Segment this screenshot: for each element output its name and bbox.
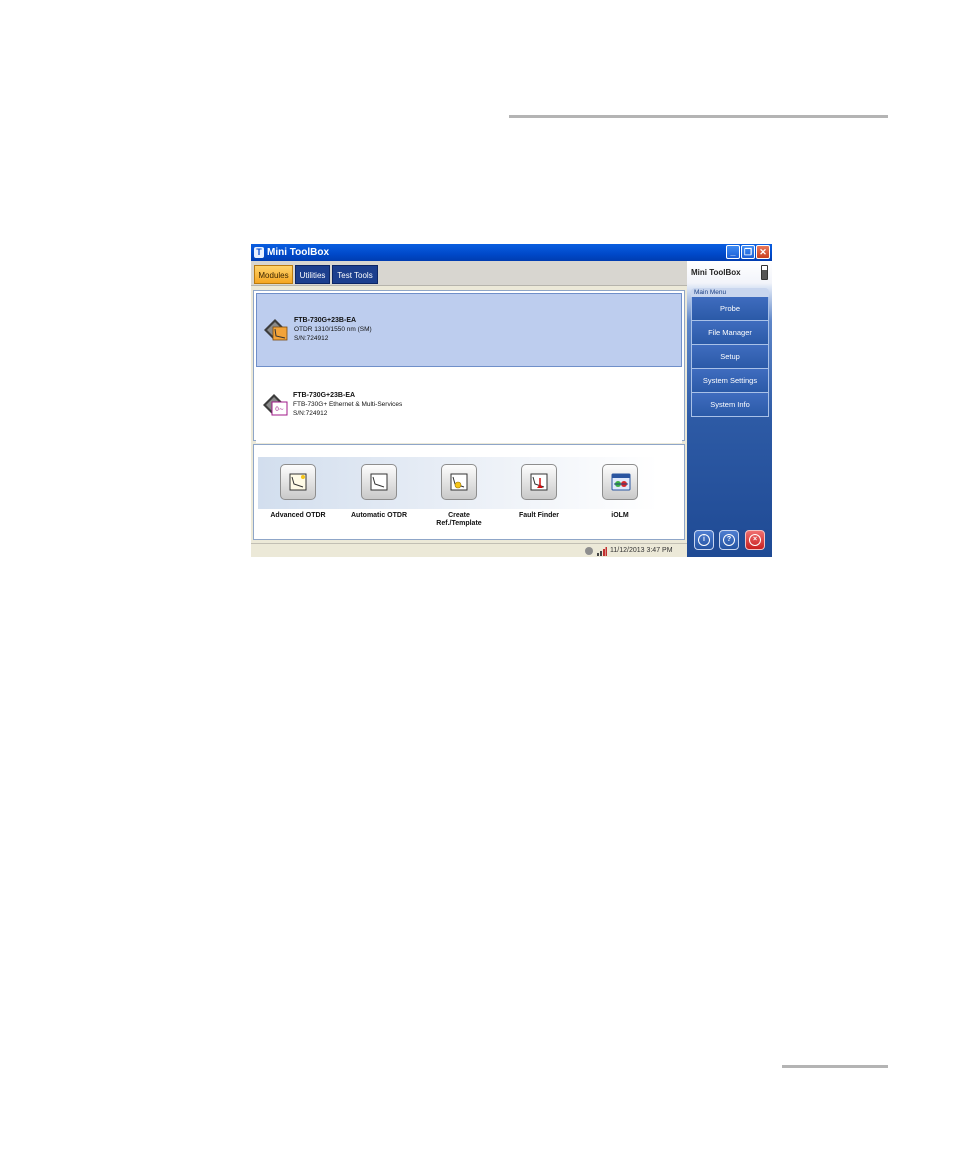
tab-test-tools[interactable]: Test Tools: [332, 265, 378, 284]
info-icon: i: [698, 534, 710, 546]
app-label: Create Ref./Template: [436, 512, 482, 527]
app-button[interactable]: [441, 464, 477, 500]
magnifier-icon[interactable]: [585, 547, 593, 555]
module-info: FTB-730G+23B-EA FTB-730G+ Ethernet & Mul…: [293, 391, 402, 418]
main-area: Modules Utilities Test Tools FTB-730G+23…: [251, 261, 687, 557]
app-button[interactable]: [602, 464, 638, 500]
menu-item-system-settings[interactable]: System Settings: [691, 369, 769, 393]
module-item[interactable]: FTB-730G+23B-EA OTDR 1310/1550 nm (SM) S…: [256, 293, 682, 367]
app-button[interactable]: [280, 464, 316, 500]
app-label: iOLM: [611, 512, 629, 519]
sidebar: Mini ToolBox Main Menu Probe File Manage…: [687, 261, 772, 557]
main-menu-header: Main Menu: [691, 288, 769, 297]
fault-finder-icon: [530, 473, 548, 491]
app-button[interactable]: [361, 464, 397, 500]
app-label: Advanced OTDR: [270, 512, 326, 519]
app-fault-finder[interactable]: Fault Finder: [499, 464, 579, 520]
menu-item-probe[interactable]: Probe: [691, 297, 769, 321]
modules-list: FTB-730G+23B-EA OTDR 1310/1550 nm (SM) S…: [253, 290, 685, 443]
status-datetime: 11/12/2013 3:47 PM: [610, 547, 673, 554]
battery-icon: [761, 265, 768, 280]
module-name: FTB-730G+23B-EA: [293, 392, 356, 399]
tab-bar: Modules Utilities Test Tools: [251, 261, 687, 286]
info-button[interactable]: i: [694, 530, 714, 550]
advanced-otdr-icon: [289, 473, 307, 491]
app-button[interactable]: [521, 464, 557, 500]
menu-item-file-manager[interactable]: File Manager: [691, 321, 769, 345]
module-info: FTB-730G+23B-EA OTDR 1310/1550 nm (SM) S…: [294, 316, 372, 343]
restore-button[interactable]: ❐: [741, 245, 755, 259]
help-button[interactable]: ?: [719, 530, 739, 550]
otdr-module-icon: [264, 319, 288, 341]
menu-item-setup[interactable]: Setup: [691, 345, 769, 369]
svg-text:0~: 0~: [275, 406, 284, 413]
app-create-template[interactable]: Create Ref./Template: [419, 464, 499, 528]
sidebar-title: Mini ToolBox: [691, 268, 741, 277]
tab-utilities[interactable]: Utilities: [295, 265, 330, 284]
title-bar: T Mini ToolBox _ ❐ ✕: [251, 244, 772, 261]
app-iolm[interactable]: iOLM: [580, 464, 660, 520]
ethernet-module-icon: 0~: [263, 394, 288, 416]
iolm-icon: [611, 473, 631, 491]
tab-modules[interactable]: Modules: [254, 265, 293, 284]
mini-toolbox-window: T Mini ToolBox _ ❐ ✕ Modules Utilities T…: [251, 244, 772, 557]
applications-panel: Advanced OTDR Automatic OTDR Create Ref.…: [253, 444, 685, 540]
footer-rule: [782, 1065, 888, 1068]
window-title: Mini ToolBox: [267, 247, 330, 258]
menu-item-system-info[interactable]: System Info: [691, 393, 769, 417]
app-automatic-otdr[interactable]: Automatic OTDR: [339, 464, 419, 520]
help-icon: ?: [723, 534, 735, 546]
module-serial: S/N:724912: [293, 410, 328, 417]
status-bar: 11/12/2013 3:47 PM: [251, 543, 687, 557]
exit-icon: ×: [749, 534, 761, 546]
app-advanced-otdr[interactable]: Advanced OTDR: [258, 464, 338, 520]
main-menu: Main Menu Probe File Manager Setup Syste…: [691, 288, 769, 417]
app-logo-icon: T: [254, 247, 264, 258]
close-button[interactable]: ✕: [756, 245, 770, 259]
module-serial: S/N:724912: [294, 335, 329, 342]
module-name: FTB-730G+23B-EA: [294, 317, 357, 324]
app-label: Automatic OTDR: [351, 512, 407, 519]
minimize-button[interactable]: _: [726, 245, 740, 259]
module-description: FTB-730G+ Ethernet & Multi-Services: [293, 401, 403, 408]
signal-icon: [597, 547, 607, 556]
header-rule: [509, 115, 888, 118]
module-description: OTDR 1310/1550 nm (SM): [294, 326, 372, 333]
module-item[interactable]: 0~ FTB-730G+23B-EA FTB-730G+ Ethernet & …: [256, 369, 682, 443]
exit-button[interactable]: ×: [745, 530, 765, 550]
create-template-icon: [450, 473, 468, 491]
app-label: Fault Finder: [518, 512, 560, 519]
automatic-otdr-icon: [370, 473, 388, 491]
